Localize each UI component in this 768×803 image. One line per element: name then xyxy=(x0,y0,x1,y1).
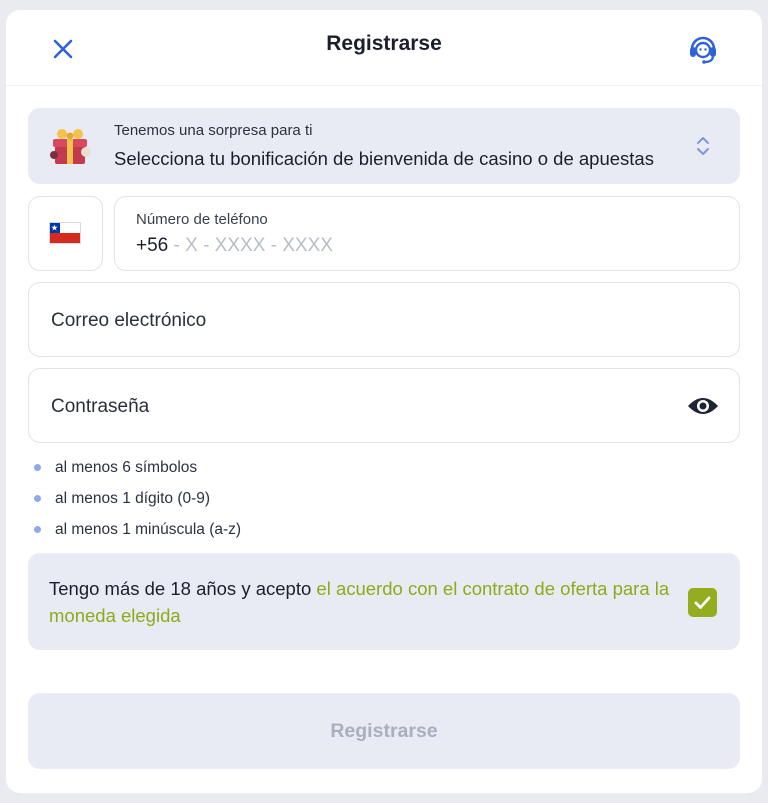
phone-placeholder: - X - XXXX - XXXX xyxy=(168,235,333,256)
country-code-selector[interactable] xyxy=(28,196,103,271)
bonus-subtitle: Tenemos una sorpresa para ti xyxy=(114,122,313,139)
dialog-header: Registrarse xyxy=(6,10,762,86)
age-agreement: Tengo más de 18 años y acepto el acuerdo… xyxy=(28,553,740,650)
support-button[interactable] xyxy=(686,32,720,66)
password-rule: al menos 6 símbolos xyxy=(28,456,428,487)
chevron-up-down-icon xyxy=(697,137,709,155)
bullet-icon xyxy=(34,464,41,471)
phone-input[interactable]: +56 - X - XXXX - XXXX xyxy=(136,235,333,257)
page-title: Registrarse xyxy=(326,32,442,55)
password-rules: al menos 6 símbolos al menos 1 dígito (0… xyxy=(28,456,428,549)
email-field[interactable]: Correo electrónico xyxy=(28,282,740,357)
phone-label: Número de teléfono xyxy=(136,211,268,228)
password-placeholder: Contraseña xyxy=(51,396,150,417)
bullet-icon xyxy=(34,495,41,502)
register-button[interactable]: Registrarse xyxy=(28,693,740,769)
bullet-icon xyxy=(34,526,41,533)
gift-icon xyxy=(50,129,91,164)
chile-flag-icon xyxy=(49,222,81,244)
agreement-text: Tengo más de 18 años y acepto el acuerdo… xyxy=(49,578,670,626)
password-field[interactable]: Contraseña xyxy=(28,368,740,443)
email-placeholder: Correo electrónico xyxy=(51,310,207,331)
phone-prefix: +56 xyxy=(136,235,169,256)
phone-field[interactable]: Número de teléfono +56 - X - XXXX - XXXX xyxy=(114,196,740,271)
registration-dialog: Registrarse Tenemos una sorpresa para ti… xyxy=(6,10,762,793)
password-rule: al menos 1 dígito (0-9) xyxy=(28,487,428,518)
agreement-checkbox[interactable] xyxy=(688,588,717,617)
bonus-label: Selecciona tu bonificación de bienvenida… xyxy=(114,148,654,169)
headset-support-icon xyxy=(690,36,716,64)
checkmark-icon xyxy=(694,596,711,609)
bonus-selector[interactable]: Tenemos una sorpresa para ti Selecciona … xyxy=(28,108,740,184)
eye-icon[interactable] xyxy=(687,395,719,417)
password-rule: al menos 1 minúscula (a-z) xyxy=(28,518,428,549)
